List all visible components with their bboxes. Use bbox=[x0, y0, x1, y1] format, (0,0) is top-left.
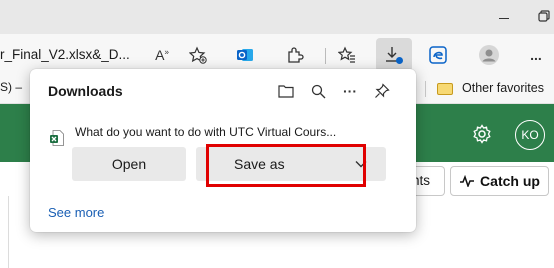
profile-icon bbox=[479, 45, 499, 65]
minimize-icon bbox=[499, 17, 509, 19]
outlook-icon bbox=[237, 49, 253, 61]
folder-icon bbox=[437, 83, 453, 95]
save-as-button[interactable]: Save as bbox=[196, 147, 386, 181]
favorites-separator bbox=[425, 81, 426, 97]
downloads-flyout: Downloads ··· What do you want to do wit… bbox=[30, 69, 416, 232]
settings-icon[interactable] bbox=[472, 124, 492, 144]
restore-button[interactable] bbox=[524, 2, 554, 30]
toolbar-separator bbox=[325, 48, 326, 64]
catch-up-icon bbox=[460, 175, 475, 187]
outlook-button[interactable] bbox=[233, 43, 257, 67]
edge-icon bbox=[429, 46, 447, 64]
window-titlebar bbox=[0, 0, 554, 34]
chevron-down-icon[interactable] bbox=[354, 157, 368, 171]
profile-button[interactable] bbox=[477, 43, 501, 67]
excel-file-icon bbox=[50, 130, 64, 146]
extensions-button[interactable] bbox=[283, 43, 307, 67]
extensions-icon bbox=[288, 47, 304, 63]
minimize-button[interactable] bbox=[484, 2, 524, 30]
avatar[interactable]: KO bbox=[515, 120, 545, 150]
more-button[interactable]: ... bbox=[524, 43, 548, 67]
restore-icon bbox=[538, 10, 550, 22]
favorites-icon bbox=[338, 46, 355, 63]
catch-up-button[interactable]: Catch up bbox=[450, 166, 549, 196]
other-favorites-link[interactable]: Other favorites bbox=[462, 81, 544, 95]
more-icon: ··· bbox=[343, 83, 357, 99]
search-icon bbox=[311, 84, 325, 98]
download-prompt-message: What do you want to do with UTC Virtual … bbox=[75, 125, 337, 139]
favorites-button[interactable] bbox=[335, 43, 359, 67]
downloads-more-button[interactable]: ··· bbox=[339, 80, 361, 102]
catch-up-label: Catch up bbox=[480, 173, 540, 189]
edge-button[interactable] bbox=[426, 43, 450, 67]
downloads-icon bbox=[386, 47, 403, 64]
search-downloads-button[interactable] bbox=[307, 80, 329, 102]
open-button[interactable]: Open bbox=[72, 147, 186, 181]
folder-icon bbox=[278, 85, 294, 98]
read-aloud-button[interactable]: A» bbox=[150, 43, 174, 67]
favorites-bar-fragment[interactable]: S) – bbox=[0, 80, 22, 94]
see-more-link[interactable]: See more bbox=[48, 205, 104, 220]
left-divider bbox=[8, 196, 9, 268]
add-favorite-button[interactable] bbox=[186, 43, 210, 67]
downloads-title: Downloads bbox=[48, 83, 123, 99]
read-aloud-icon: A» bbox=[155, 47, 169, 63]
more-icon: ... bbox=[530, 47, 542, 63]
add-tab-icon bbox=[189, 46, 207, 64]
address-bar-title[interactable]: r_Final_V2.xlsx&_D... bbox=[0, 42, 160, 68]
pin-icon bbox=[375, 83, 390, 98]
downloads-icon-wrap[interactable] bbox=[382, 43, 406, 67]
pin-downloads-button[interactable] bbox=[371, 80, 393, 102]
save-as-label: Save as bbox=[234, 156, 285, 172]
open-downloads-folder-button[interactable] bbox=[275, 80, 297, 102]
browser-toolbar: r_Final_V2.xlsx&_D... A» ... bbox=[0, 34, 554, 74]
